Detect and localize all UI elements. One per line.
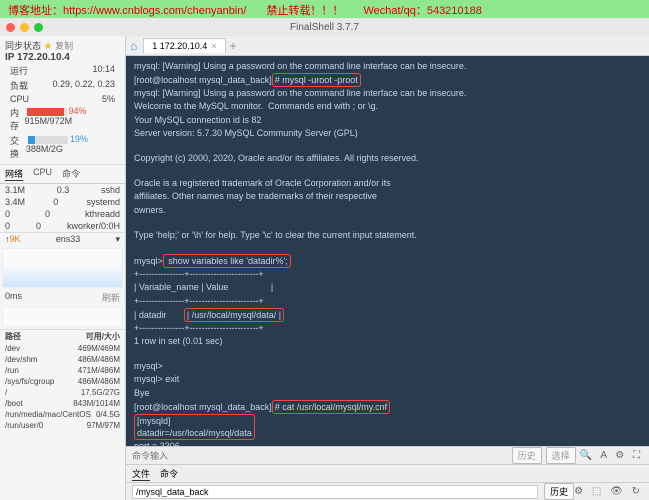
disk-row: /dev469M/469M <box>0 343 125 354</box>
command-prompt: 历史 选择 🔍 A ⚙ ⛶ <box>126 446 649 464</box>
terminal[interactable]: mysql: [Warning] Using a password on the… <box>126 56 649 446</box>
interface-label: ens33 <box>56 234 81 245</box>
maximize-icon[interactable] <box>34 23 43 32</box>
process-row: 00kthreadd <box>0 208 125 220</box>
disk-row: /run/media/mac/CentOS0/4.5G <box>0 409 125 420</box>
tab-network[interactable]: 网络 <box>5 167 23 181</box>
close-icon[interactable] <box>6 23 15 32</box>
copy-button[interactable]: 复制 <box>55 41 73 51</box>
disk-row: /17.5G/27G <box>0 387 125 398</box>
file-tabs: 文件 命令 <box>126 464 649 482</box>
refresh-button[interactable]: 刷新 <box>102 291 120 304</box>
latency-chart <box>2 307 123 327</box>
chevron-down-icon[interactable]: ▾ <box>115 234 120 245</box>
close-tab-icon[interactable]: × <box>211 41 216 51</box>
process-row: 00kworker/0:0H <box>0 220 125 232</box>
process-row: 3.1M0.3sshd <box>0 184 125 196</box>
network-chart <box>2 248 123 288</box>
home-icon[interactable]: ⌂ <box>130 39 137 53</box>
disk-row: /run/user/097M/97M <box>0 420 125 431</box>
window-title: FinalShell 3.7.7 <box>290 22 359 33</box>
tab-files[interactable]: 文件 <box>132 467 150 481</box>
process-row: 3.4M0systemd <box>0 196 125 208</box>
connection-tab[interactable]: 1 172.20.10.4× <box>143 38 225 53</box>
sidebar: 同步状态 ★ 复制 IP 172.20.10.4 运行10:14 负载0.29,… <box>0 36 126 500</box>
blog-link[interactable]: https://www.cnblogs.com/chenyanbin/ <box>63 5 246 17</box>
sidebar-tabs: 网络 CPU 命令 <box>0 165 125 184</box>
tab-cmd[interactable]: 命令 <box>62 167 80 181</box>
ip-address: IP 172.20.10.4 <box>5 52 120 63</box>
disk-row: /dev/shm486M/486M <box>0 354 125 365</box>
tab-commands[interactable]: 命令 <box>160 467 178 480</box>
banner: 博客地址：https://www.cnblogs.com/chenyanbin/… <box>0 0 649 18</box>
disk-row: /sys/fs/cgroup486M/486M <box>0 376 125 387</box>
tab-cpu[interactable]: CPU <box>33 167 52 181</box>
disk-row: /run471M/486M <box>0 365 125 376</box>
toolbar-icons[interactable]: 🔍 A ⚙ ⛶ <box>580 450 643 461</box>
path-bar: 历史 ⚙ ⬚ 👁 ↻ <box>126 482 649 500</box>
connection-tabs: ⌂ 1 172.20.10.4× + <box>126 36 649 56</box>
command-input[interactable] <box>132 451 512 461</box>
path-history-button[interactable]: 历史 <box>544 483 574 500</box>
path-input[interactable] <box>132 485 538 499</box>
minimize-icon[interactable] <box>20 23 29 32</box>
window-titlebar: FinalShell 3.7.7 <box>0 18 649 36</box>
select-button[interactable]: 选择 <box>546 447 576 464</box>
path-toolbar-icons[interactable]: ⚙ ⬚ 👁 ↻ <box>574 486 643 497</box>
disk-row: /boot843M/1014M <box>0 398 125 409</box>
add-tab-icon[interactable]: + <box>230 39 237 53</box>
history-button[interactable]: 历史 <box>512 447 542 464</box>
